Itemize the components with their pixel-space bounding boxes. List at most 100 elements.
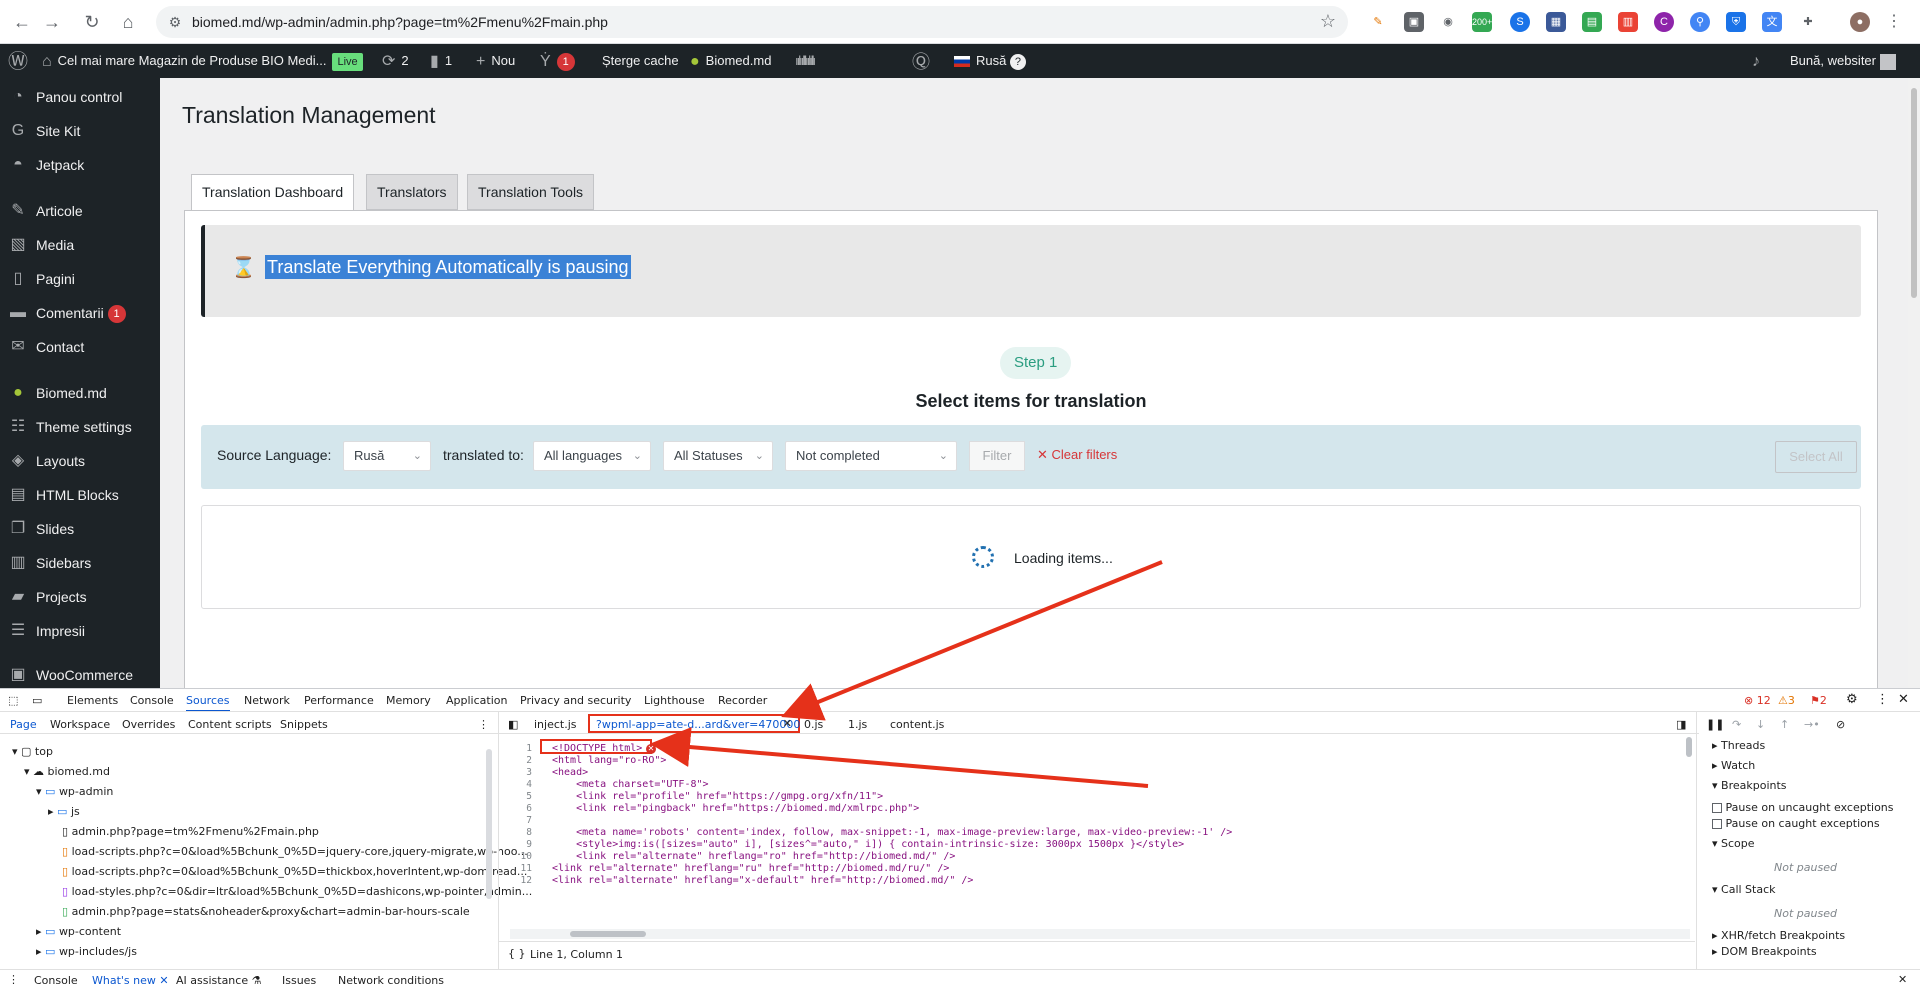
camera-extension-icon[interactable]: ◉ <box>1438 12 1458 32</box>
threads-section[interactable]: ▸ Threads <box>1712 739 1765 752</box>
warning-count[interactable]: ⚠3 <box>1778 694 1795 707</box>
pen-extension-icon[interactable]: ✎ <box>1368 12 1388 32</box>
pause-icon[interactable]: ❚❚ <box>1706 718 1724 731</box>
sidebar-item-theme-settings[interactable]: ☷ Theme settings <box>0 410 160 444</box>
devtools-tab-sources[interactable]: Sources <box>186 694 230 712</box>
tree-folder[interactable]: ▸ ▭ js <box>48 805 80 818</box>
scrollbar-thumb[interactable] <box>570 931 646 937</box>
home-icon[interactable]: ⌂ <box>116 10 140 34</box>
updates-link[interactable]: ⟳ 2 <box>382 44 409 78</box>
wordpress-logo-icon[interactable]: Ⓦ <box>8 44 34 78</box>
code-line[interactable]: <html lang="ro-RO"> <box>552 755 666 766</box>
xhr-breakpoints-section[interactable]: ▸ XHR/fetch Breakpoints <box>1712 929 1845 942</box>
sidebar-item-contact[interactable]: ✉ Contact <box>0 330 160 364</box>
red-extension-icon[interactable]: ▥ <box>1618 12 1638 32</box>
devtools-tab-network[interactable]: Network <box>244 694 290 707</box>
select-all-button[interactable]: Select All <box>1775 441 1857 473</box>
biomed-link[interactable]: ● Biomed.md <box>690 44 771 78</box>
sidebar-item-dashboard[interactable]: ◔ Panou control <box>0 80 160 114</box>
target-language-select[interactable]: All languages ⌄ <box>533 441 651 471</box>
scope-section[interactable]: ▾ Scope <box>1712 837 1755 850</box>
code-line[interactable]: <meta charset="UTF-8"> <box>552 779 708 790</box>
code-line[interactable]: <!DOCTYPE html> <box>552 743 642 754</box>
devtools-tab-elements[interactable]: Elements <box>67 694 118 707</box>
issues-count[interactable]: ⚑2 <box>1810 694 1827 707</box>
tab-translation-tools[interactable]: Translation Tools <box>467 174 595 210</box>
drawer-tab-issues[interactable]: Issues <box>282 974 316 987</box>
green-extension-icon[interactable]: ▤ <box>1582 12 1602 32</box>
search-extension-icon[interactable]: ⚲ <box>1690 12 1710 32</box>
code-line[interactable]: <link rel="pingback" href="https://biome… <box>552 803 919 814</box>
language-switcher[interactable]: Rusă ? <box>954 44 1026 78</box>
tree-file[interactable]: ▯ admin.php?page=stats&noheader&proxy&ch… <box>62 905 470 918</box>
drawer-tab-whats-new[interactable]: What's new ✕ <box>92 974 169 987</box>
wpml-icon[interactable]: Ⓠ <box>912 44 936 78</box>
devtools-tab-performance[interactable]: Performance <box>304 694 374 707</box>
cast-extension-icon[interactable]: ▣ <box>1404 12 1424 32</box>
drawer-tab-ai-assistance[interactable]: AI assistance ⚗ <box>176 974 261 987</box>
shazam-extension-icon[interactable]: S <box>1510 12 1530 32</box>
more-options-icon[interactable]: ⋮ <box>1876 692 1889 707</box>
breakpoints-section[interactable]: ▾ Breakpoints <box>1712 779 1787 792</box>
devtools-tab-recorder[interactable]: Recorder <box>718 694 767 707</box>
nav-tab-overrides[interactable]: Overrides <box>122 718 175 731</box>
extensions-puzzle-icon[interactable]: ✚ <box>1798 12 1818 32</box>
file-tab-0js[interactable]: 0.js <box>804 718 823 731</box>
stats-sparkline[interactable]: ıılıılllıılıllı <box>795 44 816 78</box>
sidebar-item-html-blocks[interactable]: ▤ HTML Blocks <box>0 478 160 512</box>
close-icon[interactable]: ✕ <box>783 717 792 730</box>
yoast-link[interactable]: Ẏ1 <box>540 44 575 78</box>
account-menu[interactable]: Bună, websiter <box>1790 44 1896 78</box>
close-devtools-icon[interactable]: ✕ <box>1898 692 1909 707</box>
code-line[interactable]: <meta name='robots' content='index, foll… <box>552 827 1232 838</box>
new-content-link[interactable]: + Nou <box>476 44 515 78</box>
toggle-debugger-icon[interactable]: ◨ <box>1676 718 1686 731</box>
filter-button[interactable]: Filter <box>969 441 1025 471</box>
scrollbar-thumb[interactable] <box>1911 88 1917 298</box>
sidebar-item-media[interactable]: ▧ Media <box>0 228 160 262</box>
tab-translators[interactable]: Translators <box>366 174 458 210</box>
watch-section[interactable]: ▸ Watch <box>1712 759 1755 772</box>
file-tab-1js[interactable]: 1.js <box>848 718 867 731</box>
tree-folder[interactable]: ▸ ▭ wp-includes/js <box>36 945 137 958</box>
error-icon[interactable]: ✕ <box>646 744 656 754</box>
clear-filters-link[interactable]: ✕ Clear filters <box>1037 447 1117 463</box>
sidebar-item-projects[interactable]: ▰ Projects <box>0 580 160 614</box>
clear-cache-link[interactable]: Șterge cache <box>602 44 679 78</box>
file-tab-content[interactable]: content.js <box>890 718 944 731</box>
address-bar[interactable]: ⚙ biomed.md/wp-admin/admin.php?page=tm%2… <box>156 6 1348 38</box>
sidebar-item-sitekit[interactable]: G Site Kit <box>0 114 160 148</box>
file-tab-wpml-app[interactable]: ?wpml-app=ate-d...ard&ver=470000 ✕ <box>588 714 800 733</box>
toggle-navigator-icon[interactable]: ◧ <box>508 718 518 731</box>
deactivate-breakpoints-icon[interactable]: ⊘ <box>1836 718 1845 731</box>
step-out-icon[interactable]: ↑ <box>1780 718 1789 731</box>
drawer-more-icon[interactable]: ⋮ <box>8 973 19 986</box>
devtools-tab-application[interactable]: Application <box>446 694 507 707</box>
dom-breakpoints-section[interactable]: ▸ DOM Breakpoints <box>1712 945 1817 958</box>
sidebar-item-slides[interactable]: ❐ Slides <box>0 512 160 546</box>
step-into-icon[interactable]: ↓ <box>1756 718 1765 731</box>
sidebar-item-layouts[interactable]: ◈ Layouts <box>0 444 160 478</box>
tree-file[interactable]: ▯ load-styles.php?c=0&dir=ltr&load%5Bchu… <box>62 885 532 898</box>
drawer-tab-network-conditions[interactable]: Network conditions <box>338 974 444 987</box>
step-over-icon[interactable]: ↷ <box>1732 718 1741 731</box>
tab-translation-dashboard[interactable]: Translation Dashboard <box>191 174 355 212</box>
editor-hscrollbar[interactable] <box>510 929 1690 939</box>
comments-link[interactable]: ▮ 1 <box>430 44 452 78</box>
inspect-icon[interactable]: ⬚ <box>8 694 18 707</box>
device-toolbar-icon[interactable]: ▭ <box>32 694 42 707</box>
pause-uncaught-option[interactable]: Pause on uncaught exceptions <box>1712 801 1894 814</box>
tree-file[interactable]: ▯ admin.php?page=tm%2Fmenu%2Fmain.php <box>62 825 319 838</box>
notifications-bell-icon[interactable]: ♪ <box>1752 44 1766 78</box>
menu-kebab-icon[interactable]: ⋮ <box>1884 12 1904 32</box>
sidebar-item-pages[interactable]: ▯ Pagini <box>0 262 160 296</box>
purple-extension-icon[interactable]: C <box>1654 12 1674 32</box>
forward-icon[interactable]: → <box>40 10 64 34</box>
code-line[interactable]: <link rel="profile" href="https://gmpg.o… <box>552 791 883 802</box>
status-select[interactable]: All Statuses ⌄ <box>663 441 773 471</box>
reload-icon[interactable]: ↻ <box>80 10 104 34</box>
site-info-icon[interactable]: ⚙ <box>166 13 184 31</box>
sidebar-item-jetpack[interactable]: ◓ Jetpack <box>0 148 160 182</box>
tree-domain[interactable]: ▾ ☁ biomed.md <box>24 765 110 778</box>
sidebar-item-testimonials[interactable]: ☰ Impresii <box>0 614 160 648</box>
